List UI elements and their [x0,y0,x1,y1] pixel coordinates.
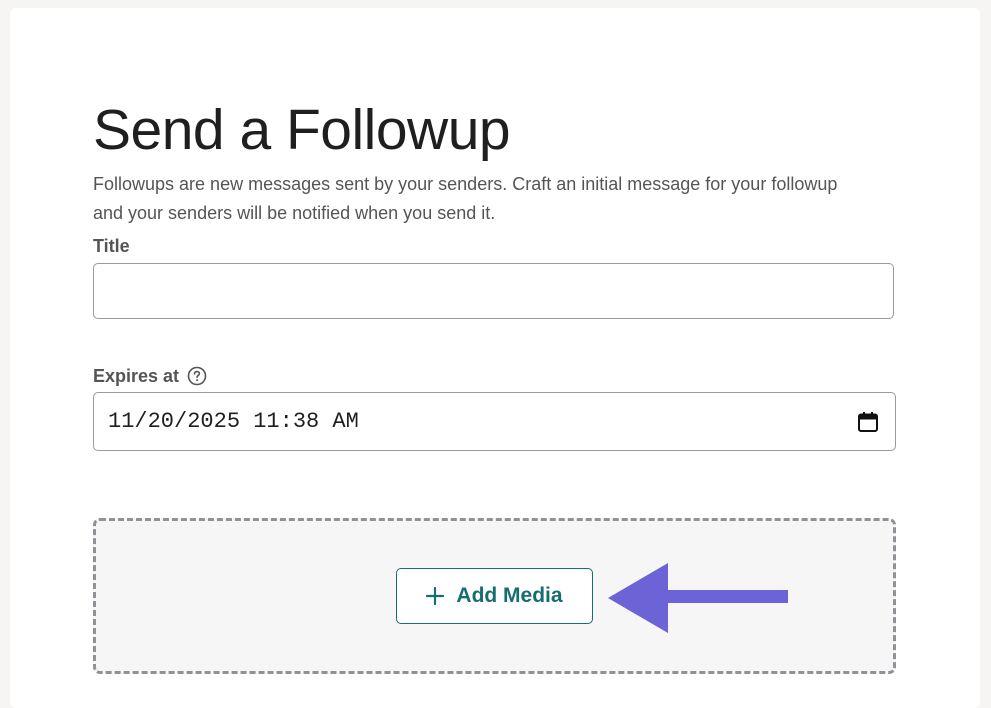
add-media-label: Add Media [456,584,563,607]
plus-icon [426,586,445,606]
expires-datetime-input[interactable]: 11/20/2025 11:38 AM [93,392,896,451]
title-label-text: Title [93,236,130,256]
question-circle-icon[interactable] [187,366,207,386]
expires-datetime-value[interactable]: 11/20/2025 11:38 AM [108,409,359,435]
page-title: Send a Followup [93,98,511,162]
calendar-icon[interactable] [857,411,879,433]
expires-label-text: Expires at [93,366,180,386]
title-label: Title [93,234,130,258]
title-input[interactable] [93,263,894,319]
expires-label: Expires at [93,364,207,388]
page-description: Followups are new messages sent by your … [93,174,838,223]
annotation-arrow [608,563,790,633]
add-media-button[interactable]: Add Media [396,568,593,624]
